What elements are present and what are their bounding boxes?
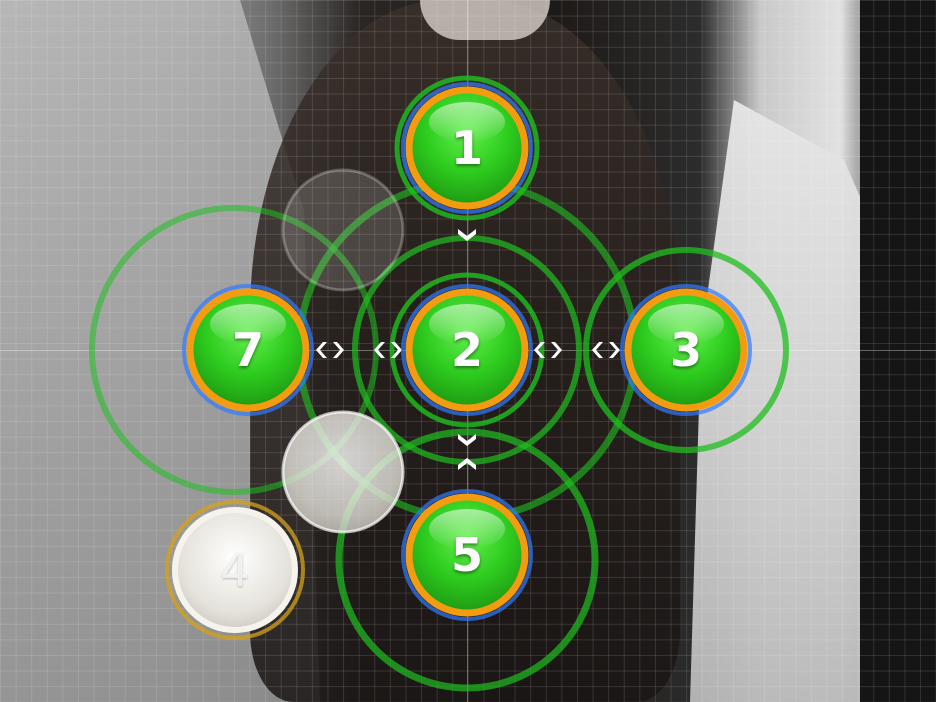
arrow-down [458,434,476,446]
note-5-button[interactable] [407,495,527,615]
note-1-button[interactable] [407,88,527,208]
note-3-button[interactable] [626,290,746,410]
ghost-note [281,410,405,534]
note-2-button[interactable] [407,290,527,410]
note-4-button[interactable] [175,510,295,630]
arrow-pair [316,342,344,358]
game-playfield[interactable]: 1 2 3 5 7 4 [0,0,936,702]
arrow-pair [534,342,562,358]
arrow-pair [592,342,620,358]
note-7-button[interactable] [188,290,308,410]
ghost-note [281,168,405,292]
